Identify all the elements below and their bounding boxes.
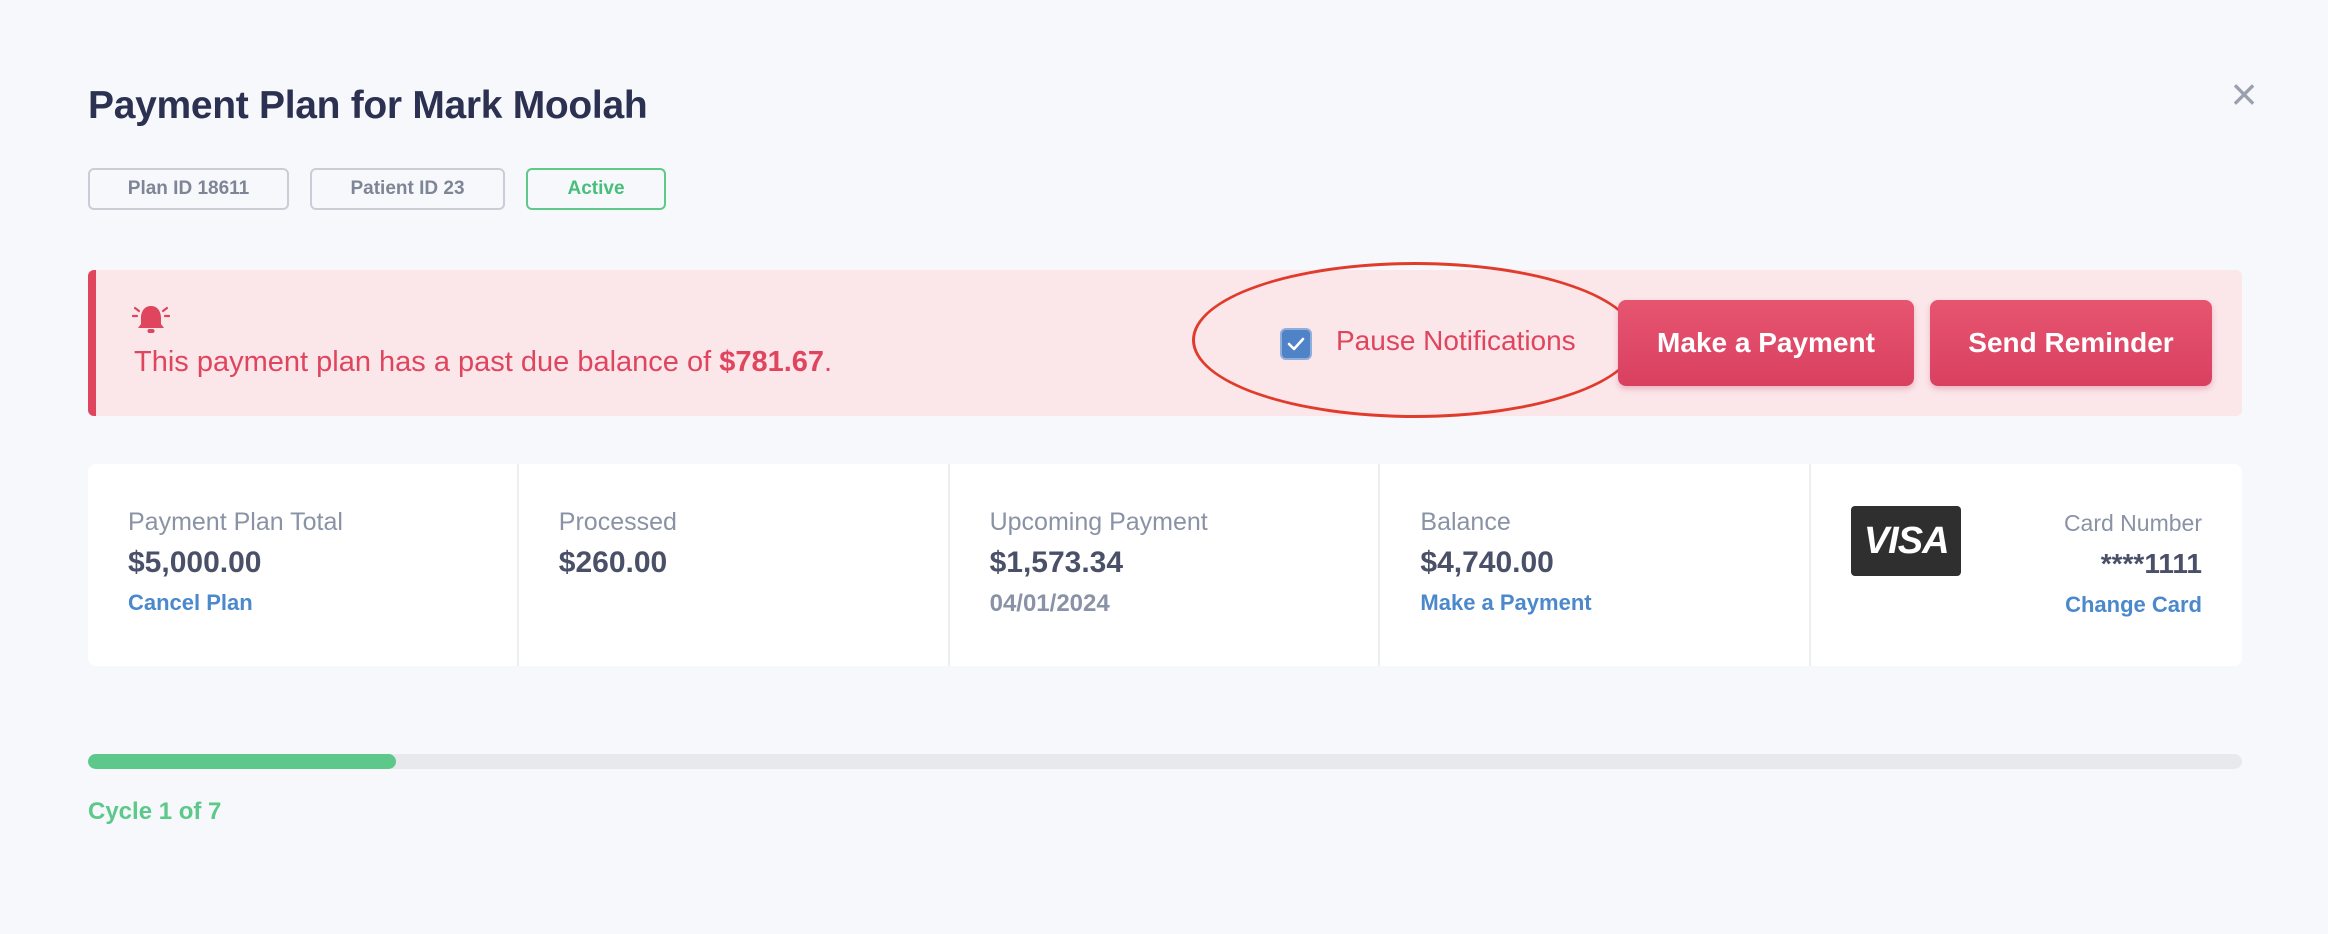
stat-value: $5,000.00 (128, 546, 262, 579)
payment-plan-modal: × Payment Plan for Mark Moolah Plan ID 1… (0, 0, 2328, 934)
stat-upcoming-payment: Upcoming Payment $1,573.34 04/01/2024 (950, 464, 1381, 666)
card-number-label: Card Number (2063, 510, 2202, 536)
stat-value: $1,573.34 (989, 546, 1124, 579)
cancel-plan-link[interactable]: Cancel Plan (128, 590, 253, 616)
stat-processed: Processed $260.00 (519, 464, 950, 666)
cycle-label: Cycle 1 of 7 (88, 798, 222, 825)
close-icon[interactable]: × (2226, 71, 2262, 117)
balance-make-payment-link[interactable]: Make a Payment (1420, 590, 1591, 616)
past-due-amount: $781.67 (719, 346, 825, 378)
stat-balance: Balance $4,740.00 Make a Payment (1380, 464, 1812, 666)
pause-notifications-control: Pause Notifications (1192, 262, 1638, 418)
cycle-progress-fill (88, 754, 397, 769)
checkmark-icon (1287, 337, 1305, 351)
status-badge: Active (526, 168, 666, 210)
card-number-value: ****1111 (2100, 548, 2202, 579)
pause-notifications-checkbox[interactable] (1280, 328, 1312, 360)
stat-plan-total: Payment Plan Total $5,000.00 Cancel Plan (88, 464, 519, 666)
plan-id-badge: Plan ID 18611 (88, 168, 289, 210)
page-title: Payment Plan for Mark Moolah (88, 84, 648, 127)
stat-card: VISA Card Number ****1111 Change Card (1811, 464, 2242, 666)
stat-label: Balance (1420, 508, 1511, 536)
stat-value: $4,740.00 (1420, 546, 1554, 579)
stat-value: $260.00 (558, 546, 668, 579)
patient-id-badge: Patient ID 23 (310, 168, 505, 210)
make-payment-button[interactable]: Make a Payment (1618, 300, 1914, 386)
change-card-link[interactable]: Change Card (2065, 592, 2202, 618)
visa-logo-icon: VISA (1851, 506, 1962, 576)
stat-label: Payment Plan Total (128, 508, 343, 536)
stat-label: Processed (558, 508, 677, 536)
stat-label: Upcoming Payment (989, 508, 1208, 536)
badge-row: Plan ID 18611 Patient ID 23 Active (88, 168, 666, 210)
plan-stats: Payment Plan Total $5,000.00 Cancel Plan… (88, 464, 2242, 666)
upcoming-payment-date: 04/01/2024 (989, 590, 1110, 617)
pause-notifications-label[interactable]: Pause Notifications (1336, 325, 1576, 357)
send-reminder-button[interactable]: Send Reminder (1930, 300, 2212, 386)
cycle-progress-bar (88, 754, 2242, 769)
past-due-message: This payment plan has a past due balance… (134, 346, 833, 378)
past-due-alert: This payment plan has a past due balance… (88, 270, 2242, 416)
bell-icon (132, 306, 170, 333)
